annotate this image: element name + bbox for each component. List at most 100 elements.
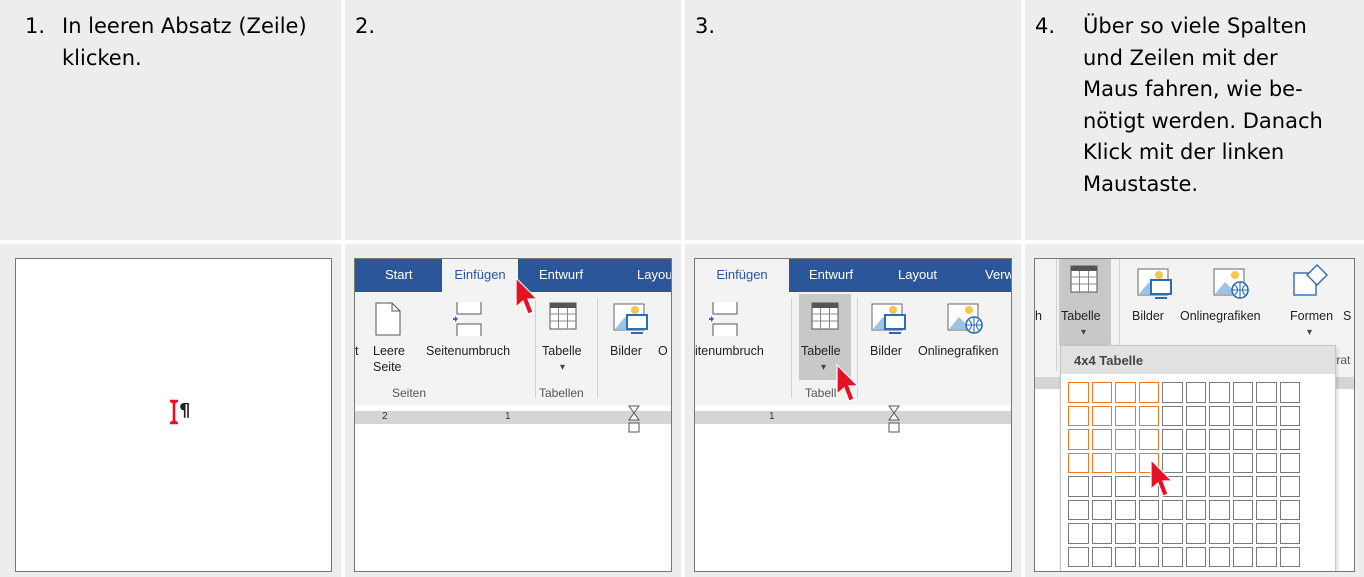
tab-layout[interactable]: Layou bbox=[637, 259, 671, 292]
tab-einfuegen[interactable]: Einfügen bbox=[695, 259, 789, 292]
bilder-button[interactable]: Bilder bbox=[870, 344, 902, 358]
tab-einfuegen[interactable]: Einfügen bbox=[442, 259, 518, 292]
grid-cell[interactable] bbox=[1185, 476, 1206, 497]
ruler-number: 1 bbox=[505, 411, 511, 422]
grid-cell[interactable] bbox=[1185, 523, 1206, 544]
grid-cell[interactable] bbox=[1232, 499, 1253, 520]
grid-cell[interactable] bbox=[1232, 476, 1253, 497]
tab-entwurf[interactable]: Entwurf bbox=[809, 259, 853, 292]
grid-cell[interactable] bbox=[1091, 476, 1112, 497]
formen-button[interactable]: Formen bbox=[1290, 309, 1333, 323]
grid-cell[interactable] bbox=[1209, 546, 1230, 567]
grid-cell[interactable] bbox=[1091, 499, 1112, 520]
grid-cell-selected[interactable] bbox=[1068, 382, 1089, 403]
grid-cell[interactable] bbox=[1115, 476, 1136, 497]
grid-cell-selected[interactable] bbox=[1115, 452, 1136, 473]
grid-cell[interactable] bbox=[1279, 452, 1300, 473]
grid-cell-selected[interactable] bbox=[1091, 405, 1112, 426]
grid-cell[interactable] bbox=[1232, 452, 1253, 473]
grid-cell[interactable] bbox=[1209, 382, 1230, 403]
grid-cell[interactable] bbox=[1279, 405, 1300, 426]
grid-cell[interactable] bbox=[1068, 476, 1089, 497]
seitenumbruch-button[interactable]: Seitenumbruch bbox=[426, 344, 510, 358]
grid-cell[interactable] bbox=[1185, 546, 1206, 567]
leere-seite-label: Leere bbox=[373, 344, 405, 358]
grid-cell[interactable] bbox=[1279, 382, 1300, 403]
tab-verweise[interactable]: Verw bbox=[985, 259, 1011, 292]
grid-cell[interactable] bbox=[1068, 546, 1089, 567]
grid-cell[interactable] bbox=[1256, 382, 1277, 403]
grid-cell[interactable] bbox=[1232, 405, 1253, 426]
bilder-button[interactable]: Bilder bbox=[1132, 309, 1164, 323]
grid-cell[interactable] bbox=[1185, 429, 1206, 450]
grid-cell[interactable] bbox=[1068, 499, 1089, 520]
grid-cell-selected[interactable] bbox=[1138, 405, 1159, 426]
onlinegrafiken-button[interactable]: Onlinegrafiken bbox=[1180, 309, 1261, 323]
grid-cell[interactable] bbox=[1115, 499, 1136, 520]
grid-cell-selected[interactable] bbox=[1068, 452, 1089, 473]
tab-layout[interactable]: Layout bbox=[898, 259, 937, 292]
panel-1-document[interactable]: ¶ bbox=[15, 258, 332, 572]
grid-cell[interactable] bbox=[1256, 523, 1277, 544]
grid-cell[interactable] bbox=[1068, 523, 1089, 544]
grid-cell[interactable] bbox=[1209, 452, 1230, 473]
grid-cell[interactable] bbox=[1279, 523, 1300, 544]
grid-cell[interactable] bbox=[1209, 523, 1230, 544]
grid-cell[interactable] bbox=[1185, 382, 1206, 403]
grid-cell[interactable] bbox=[1232, 382, 1253, 403]
grid-cell[interactable] bbox=[1162, 523, 1183, 544]
grid-cell-selected[interactable] bbox=[1115, 405, 1136, 426]
tab-start[interactable]: Start bbox=[385, 259, 412, 292]
grid-cell[interactable] bbox=[1279, 429, 1300, 450]
leere-seite-button[interactable]: Leere Seite bbox=[373, 344, 405, 374]
grid-cell[interactable] bbox=[1256, 452, 1277, 473]
grid-cell[interactable] bbox=[1138, 523, 1159, 544]
grid-cell[interactable] bbox=[1209, 405, 1230, 426]
grid-cell[interactable] bbox=[1162, 405, 1183, 426]
grid-cell[interactable] bbox=[1138, 499, 1159, 520]
grid-cell[interactable] bbox=[1209, 429, 1230, 450]
tabelle-button[interactable]: Tabelle bbox=[542, 344, 582, 358]
grid-cell-selected[interactable] bbox=[1068, 429, 1089, 450]
grid-cell[interactable] bbox=[1185, 452, 1206, 473]
grid-cell[interactable] bbox=[1232, 523, 1253, 544]
bilder-button[interactable]: Bilder bbox=[610, 344, 642, 358]
grid-cell[interactable] bbox=[1185, 405, 1206, 426]
grid-cell[interactable] bbox=[1138, 546, 1159, 567]
grid-cell[interactable] bbox=[1209, 499, 1230, 520]
grid-cell-selected[interactable] bbox=[1115, 429, 1136, 450]
seitenumbruch-button[interactable]: itenumbruch bbox=[695, 344, 764, 358]
grid-cell[interactable] bbox=[1279, 499, 1300, 520]
grid-cell[interactable] bbox=[1162, 429, 1183, 450]
grid-cell[interactable] bbox=[1185, 499, 1206, 520]
grid-cell[interactable] bbox=[1232, 429, 1253, 450]
grid-cell-selected[interactable] bbox=[1138, 382, 1159, 403]
grid-cell-selected[interactable] bbox=[1091, 429, 1112, 450]
grid-cell[interactable] bbox=[1256, 476, 1277, 497]
onlinegrafiken-button[interactable]: Onlinegrafiken bbox=[918, 344, 999, 358]
grid-cell[interactable] bbox=[1091, 546, 1112, 567]
grid-cell[interactable] bbox=[1256, 429, 1277, 450]
grid-cell[interactable] bbox=[1279, 476, 1300, 497]
grid-cell-selected[interactable] bbox=[1115, 382, 1136, 403]
grid-cell-selected[interactable] bbox=[1091, 382, 1112, 403]
grid-cell-selected[interactable] bbox=[1091, 452, 1112, 473]
grid-cell[interactable] bbox=[1091, 523, 1112, 544]
grid-cell[interactable] bbox=[1209, 476, 1230, 497]
grid-cell[interactable] bbox=[1279, 546, 1300, 567]
grid-cell[interactable] bbox=[1256, 405, 1277, 426]
grid-cell[interactable] bbox=[1232, 546, 1253, 567]
tabelle-button[interactable]: Tabelle ▾ bbox=[1059, 259, 1111, 345]
grid-cell[interactable] bbox=[1162, 546, 1183, 567]
grid-cell[interactable] bbox=[1256, 499, 1277, 520]
tab-entwurf[interactable]: Entwurf bbox=[539, 259, 583, 292]
grid-cell[interactable] bbox=[1256, 546, 1277, 567]
step-4-text: Über so viele Spalten und Zeilen mit der… bbox=[1083, 11, 1323, 200]
grid-cell[interactable] bbox=[1162, 499, 1183, 520]
grid-cell[interactable] bbox=[1115, 546, 1136, 567]
grid-cell-selected[interactable] bbox=[1138, 429, 1159, 450]
grid-cell[interactable] bbox=[1162, 382, 1183, 403]
grid-cell[interactable] bbox=[1115, 523, 1136, 544]
table-grid[interactable] bbox=[1068, 382, 1328, 571]
grid-cell-selected[interactable] bbox=[1068, 405, 1089, 426]
